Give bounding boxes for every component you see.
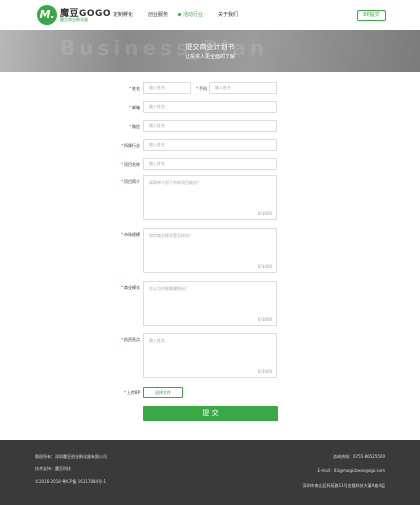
market-textarea[interactable]: 你的商业模式是怎样的？ 0/1000 [143, 228, 277, 273]
wechat-label: *微信 [129, 124, 140, 129]
nav-item-services[interactable]: 创业服务 [148, 0, 168, 30]
nav-item-about[interactable]: 关于我们 [218, 0, 238, 30]
nav-item-activities-label: 活动行业 [183, 12, 204, 18]
market-label: *市场规模 [121, 232, 140, 237]
investment-placeholder: 输入姓名 [149, 338, 165, 343]
upload-label: *上传BP [123, 390, 140, 395]
investment-char-counter: 0/1000 [257, 369, 272, 374]
hero-banner: Business Plan 提交商业计划书 让投资人更全面的了解 [0, 30, 420, 72]
footer: 版权所有：深圳魔豆创业孵化器有限公司 技术支持：魔豆科技 ©2016-2018 … [0, 440, 420, 505]
email-input[interactable]: 输入姓名 [143, 101, 277, 113]
intro-char-counter: 0/1000 [257, 211, 272, 216]
footer-tech-support: 技术支持：魔豆科技 [35, 466, 71, 471]
business-model-label: *商业模式 [121, 285, 140, 290]
project-name-input[interactable]: 输入姓名 [143, 158, 277, 170]
project-name-label: *项目名称 [121, 162, 140, 167]
submit-button[interactable]: 提 交 [143, 406, 278, 421]
email-label: *邮箱 [129, 105, 140, 110]
page-subtitle: 让投资人更全面的了解 [184, 54, 235, 60]
footer-icp: ©2016-2018 粤ICP备 16117084号-1 [35, 479, 107, 484]
logo-icon[interactable]: M. [37, 5, 57, 25]
intro-label: *项目简介 [121, 179, 140, 184]
footer-address: 深圳市南山区科苑路11号金融科技大厦A座4层 [302, 483, 385, 488]
brand-subtitle: 魔豆商业孵化器 [60, 17, 88, 22]
footer-copyright-owner: 版权所有：深圳魔豆创业孵化器有限公司 [35, 454, 107, 459]
nav-item-incubation[interactable]: 定制孵化 [113, 0, 133, 30]
business-model-char-counter: 0/1000 [257, 317, 272, 322]
investment-label: *投资亮点 [121, 337, 140, 342]
footer-email[interactable]: E-mail：83@magicbeangogo.com [317, 468, 385, 474]
intro-textarea[interactable]: 请简单介绍下你的项目概况？ 0/1000 [143, 175, 277, 220]
bp-submit-button[interactable]: BP提交 [357, 10, 386, 21]
footer-hotline: 咨询热线：0755-86525500 [333, 454, 385, 459]
business-model-textarea[interactable]: 你认为你能够赚钱吗？ 0/1000 [143, 281, 277, 326]
business-model-placeholder: 你认为你能够赚钱吗？ [149, 286, 189, 291]
investment-textarea[interactable]: 输入姓名 0/1000 [143, 333, 277, 378]
market-char-counter: 0/1000 [257, 264, 272, 269]
nav-item-activities[interactable]: 活动行业 [178, 0, 203, 30]
industry-input[interactable]: 输入姓名 [143, 139, 277, 151]
intro-placeholder: 请简单介绍下你的项目概况？ [149, 180, 201, 185]
choose-file-button[interactable]: 选择文件 [143, 387, 183, 398]
page-title: 提交商业计划书 [185, 43, 235, 51]
industry-label: *所属行业 [121, 143, 140, 148]
phone-input[interactable]: 输入姓名 [209, 82, 277, 94]
name-input[interactable]: 输入姓名 [143, 82, 191, 94]
active-dot-icon [178, 13, 181, 16]
name-label: *姓名 [129, 86, 140, 91]
market-placeholder: 你的商业模式是怎样的？ [149, 233, 193, 238]
top-header: M. 魔豆GOGO 魔豆商业孵化器 定制孵化 创业服务 活动行业 关于我们 BP… [0, 0, 420, 30]
wechat-input[interactable]: 输入姓名 [143, 120, 277, 132]
phone-label: *手机 [196, 86, 207, 91]
